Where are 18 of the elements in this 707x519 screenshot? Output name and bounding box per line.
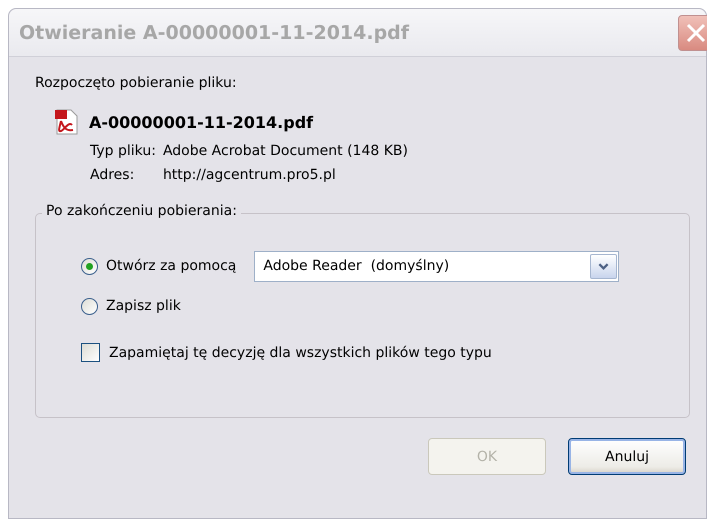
intro-text: Rozpoczęto pobieranie pliku:	[35, 75, 238, 91]
radio-button[interactable]	[81, 298, 98, 314]
radio-label[interactable]: Otwórz za pomocą	[106, 258, 236, 274]
file-type: Adobe Acrobat Document (148 KB)	[162, 143, 408, 159]
radio-label[interactable]: Zapisz plik	[106, 298, 181, 314]
application-dropdown[interactable]: Adobe Reader (domyślny)	[254, 250, 620, 282]
window-title: Otwieranie A-00000001-11-2014.pdf	[19, 22, 410, 44]
field-label: Adres:	[90, 167, 136, 183]
checkbox[interactable]	[81, 343, 100, 362]
field-label: Typ pliku:	[90, 143, 156, 159]
pdf-file-icon	[54, 109, 80, 135]
file-name: A-00000001-11-2014.pdf	[89, 112, 314, 132]
radio-button[interactable]	[81, 258, 98, 274]
checkbox-label[interactable]: Zapamiętaj tę decyzję dla wszystkich plików tego typu	[109, 344, 492, 360]
file-address: http://agcentrum.pro5.pl	[162, 167, 337, 183]
group-title: Po zakończeniu pobierania:	[42, 203, 241, 219]
cancel-button[interactable]: Anuluj	[568, 438, 686, 475]
close-button[interactable]	[678, 15, 707, 51]
